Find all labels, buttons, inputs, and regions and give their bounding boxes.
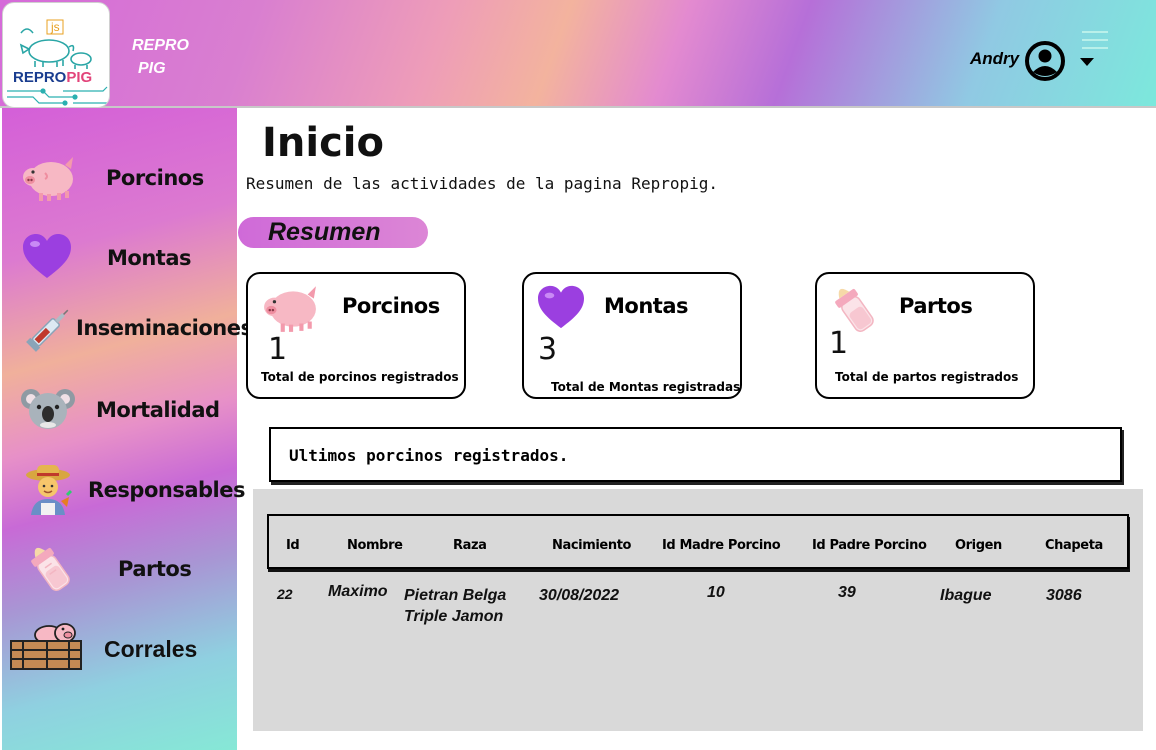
page-title: Inicio	[262, 120, 384, 166]
sidebar-item-partos[interactable]: Partos	[118, 557, 192, 581]
cell-raza-line-2: Triple Jamon	[404, 608, 504, 625]
brand-line-2: PIG	[138, 60, 166, 77]
column-header-id-madre: Id Madre Porcino	[662, 538, 781, 553]
top-header: js REPROPIG REPRO PIG Andry	[0, 0, 1156, 108]
card-description: Total de porcinos registrados	[261, 370, 459, 384]
table-header-row: Id Nombre Raza Nacimiento Id Madre Porci…	[267, 514, 1129, 569]
brand-line-1: REPRO	[132, 37, 189, 54]
column-header-raza: Raza	[453, 538, 487, 553]
summary-card-partos[interactable]: Partos 1 Total de partos registrados	[815, 272, 1035, 399]
column-header-id: Id	[286, 538, 300, 553]
sidebar-item-corrales[interactable]: Corrales	[104, 636, 197, 663]
logo-word-pig: PIG	[66, 69, 93, 86]
card-count: 3	[538, 332, 558, 367]
cell-raza-line-1: Pietran Belga	[404, 587, 507, 604]
logo-graphic: js	[7, 19, 108, 106]
menu-lines-decoration	[1082, 31, 1108, 49]
logo-word-repro: REPRO	[13, 69, 67, 86]
card-title: Montas	[604, 294, 688, 318]
column-header-origen: Origen	[955, 538, 1002, 553]
cell-id-padre: 39	[838, 584, 856, 601]
porcinos-table-panel: Id Nombre Raza Nacimiento Id Madre Porci…	[253, 489, 1143, 731]
sidebar-item-montas[interactable]: Montas	[107, 246, 191, 270]
user-avatar-icon[interactable]	[1024, 40, 1066, 82]
baby-bottle-icon	[22, 540, 78, 596]
svg-text:js: js	[50, 20, 60, 34]
cell-nacimiento: 30/08/2022	[539, 587, 620, 604]
sidebar: Porcinos Montas Inseminaciones Mortalida…	[2, 108, 253, 750]
chevron-down-icon[interactable]	[1078, 56, 1096, 68]
sidebar-item-responsables[interactable]: Responsables	[88, 478, 245, 502]
card-count: 1	[829, 326, 849, 361]
recent-porcinos-header: Ultimos porcinos registrados.	[269, 427, 1122, 482]
summary-card-porcinos[interactable]: Porcinos 1 Total de porcinos registrados	[246, 272, 466, 399]
cell-id: 22	[277, 586, 293, 602]
logo-wordmark: REPROPIG	[13, 69, 92, 86]
column-header-nombre: Nombre	[347, 538, 403, 553]
repropig-logo[interactable]: js REPROPIG	[2, 2, 110, 108]
cell-chapeta: 3086	[1046, 587, 1082, 604]
card-description: Total de Montas registradas	[551, 380, 741, 394]
purple-heart-icon	[19, 228, 75, 284]
cell-nombre: Maximo	[328, 583, 388, 600]
summary-card-montas[interactable]: Montas 3 Total de Montas registradas	[522, 272, 742, 399]
cell-id-madre: 10	[707, 584, 725, 601]
koala-icon	[20, 380, 76, 436]
farmer-icon	[20, 460, 76, 516]
syringe-icon	[20, 302, 76, 358]
purple-heart-icon	[538, 285, 584, 329]
pig-face-icon	[20, 150, 76, 206]
cell-raza: Pietran Belga Triple Jamon	[404, 585, 506, 627]
card-title: Partos	[899, 294, 973, 318]
card-title: Porcinos	[342, 294, 440, 318]
recent-porcinos-label: Ultimos porcinos registrados.	[289, 446, 569, 465]
user-name[interactable]: Andry	[970, 49, 1019, 69]
sidebar-item-inseminaciones[interactable]: Inseminaciones	[76, 316, 253, 340]
sidebar-item-mortalidad[interactable]: Mortalidad	[96, 398, 220, 422]
pig-pen-icon	[8, 618, 84, 674]
page-subtitle: Resumen de las actividades de la pagina …	[246, 174, 719, 193]
brand-name: REPRO PIG	[132, 34, 202, 80]
card-count: 1	[268, 332, 288, 367]
column-header-nacimiento: Nacimiento	[552, 538, 632, 553]
card-description: Total de partos registrados	[835, 370, 1019, 384]
cell-origen: Ibague	[940, 587, 992, 604]
section-label-resumen: Resumen	[268, 218, 381, 246]
column-header-id-padre: Id Padre Porcino	[812, 538, 927, 553]
column-header-chapeta: Chapeta	[1045, 538, 1103, 553]
sidebar-item-porcinos[interactable]: Porcinos	[106, 166, 204, 190]
pig-face-icon	[264, 286, 316, 332]
